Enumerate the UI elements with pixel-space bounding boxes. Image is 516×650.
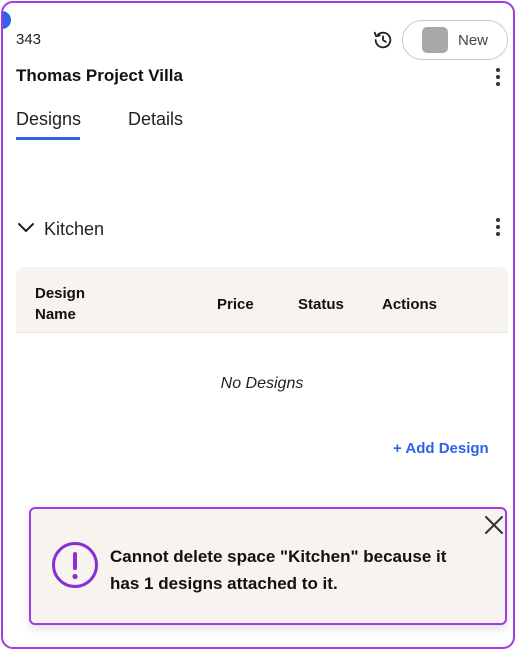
- history-icon[interactable]: [372, 29, 394, 51]
- alert-icon: [51, 541, 99, 589]
- active-tab-indicator: [16, 137, 80, 140]
- column-header-status: Status: [298, 296, 344, 313]
- project-id: 343: [16, 31, 42, 48]
- tab-details[interactable]: Details: [128, 109, 183, 130]
- status-label: New: [458, 31, 489, 49]
- designs-table: Design Name Price Status Actions No Desi…: [16, 267, 508, 392]
- chevron-down-icon: [16, 217, 36, 242]
- project-panel: 343 New Thomas Project Villa Designs Det…: [1, 1, 515, 649]
- column-header-actions: Actions: [382, 296, 438, 313]
- section-toggle-kitchen[interactable]: Kitchen: [16, 217, 104, 242]
- empty-table-message: No Designs: [220, 375, 304, 392]
- close-icon[interactable]: [482, 513, 506, 537]
- status-color-swatch: [422, 27, 448, 53]
- status-button[interactable]: New: [402, 20, 508, 60]
- project-more-icon[interactable]: [493, 68, 503, 90]
- section-more-icon[interactable]: [493, 218, 503, 240]
- column-header-design-name: Design Name: [35, 285, 86, 323]
- project-title: Thomas Project Villa: [16, 66, 183, 85]
- tab-designs[interactable]: Designs: [16, 109, 81, 130]
- add-design-button[interactable]: + Add Design: [393, 440, 489, 457]
- section-name: Kitchen: [44, 219, 105, 239]
- toast-message: Cannot delete space "Kitchen" because it…: [110, 547, 447, 593]
- column-header-price: Price: [217, 296, 254, 313]
- error-toast: Cannot delete space "Kitchen" because it…: [29, 507, 507, 625]
- notification-dot: [3, 11, 11, 29]
- table-header: Design Name Price Status Actions: [16, 267, 508, 333]
